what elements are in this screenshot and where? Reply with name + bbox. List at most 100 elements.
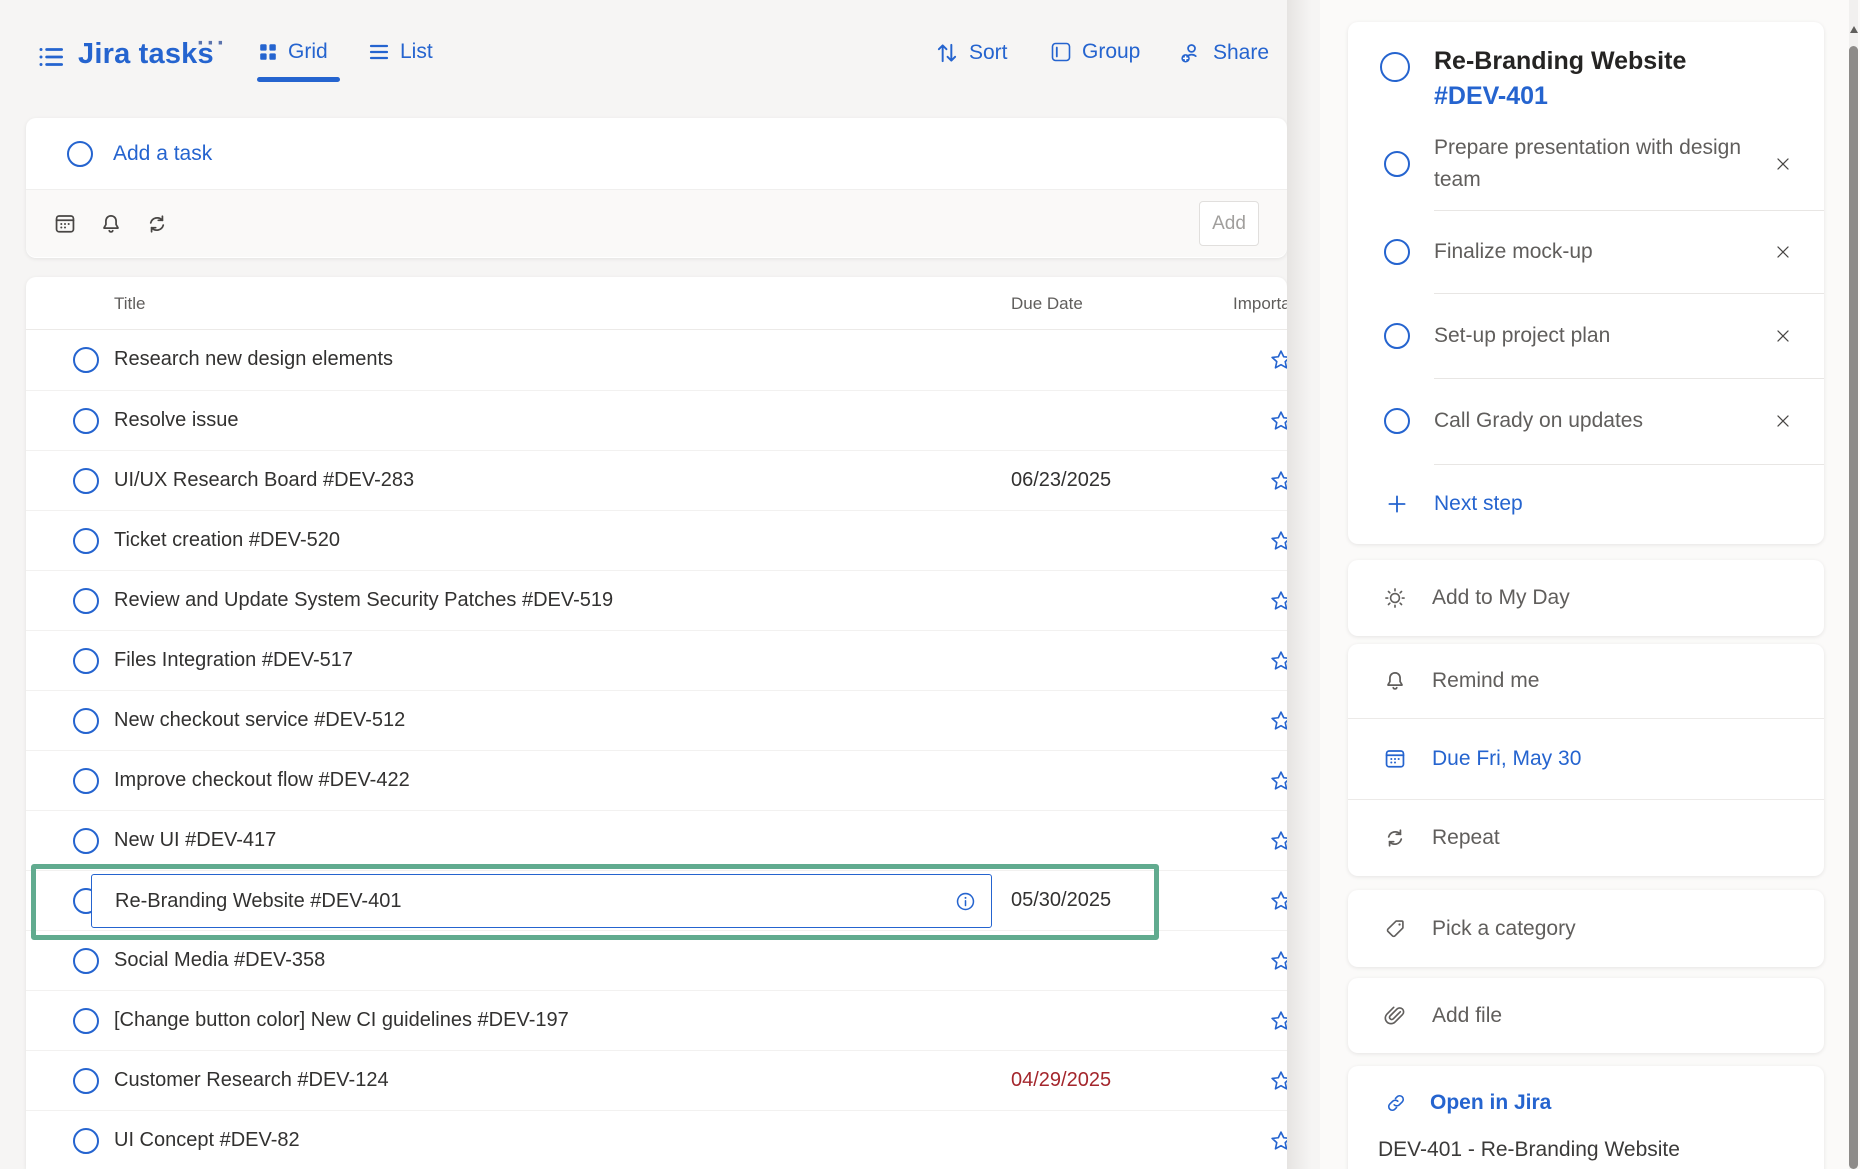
importance-star-icon[interactable] (1268, 1008, 1287, 1034)
complete-circle[interactable] (73, 468, 99, 494)
repeat-button[interactable]: Repeat (1348, 799, 1824, 876)
remind-me-button[interactable]: Remind me (1348, 644, 1824, 718)
importance-star-icon[interactable] (1268, 588, 1287, 614)
importance-star-icon[interactable] (1268, 828, 1287, 854)
due-date-icon[interactable] (52, 211, 78, 237)
complete-circle[interactable] (73, 528, 99, 554)
task-row[interactable]: [Change button color] New CI guidelines … (26, 990, 1287, 1050)
complete-circle[interactable] (73, 948, 99, 974)
column-header-title[interactable]: Title (114, 277, 146, 330)
detail-title-row: Re-Branding Website #DEV-401 (1348, 22, 1824, 118)
close-icon[interactable] (1772, 153, 1794, 175)
subtask-row[interactable]: Finalize mock-up (1348, 210, 1824, 293)
importance-star-icon[interactable] (1770, 50, 1802, 82)
share-label: Share (1213, 41, 1269, 65)
group-button[interactable]: Group (1049, 40, 1140, 64)
task-row-selected[interactable]: Re-Branding Website #DEV-40105/30/2025 (26, 870, 1287, 930)
more-options-button[interactable]: ··· (197, 30, 227, 58)
close-icon[interactable] (1772, 325, 1794, 347)
add-file-button[interactable]: Add file (1348, 978, 1824, 1053)
subtask-row[interactable]: Call Grady on updates (1348, 378, 1824, 464)
next-step-button[interactable]: Next step (1348, 464, 1824, 544)
importance-star-icon[interactable] (1268, 1068, 1287, 1094)
importance-star-icon[interactable] (1268, 768, 1287, 794)
complete-circle[interactable] (73, 708, 99, 734)
column-header-due-date[interactable]: Due Date (1011, 277, 1083, 330)
complete-circle[interactable] (73, 347, 99, 373)
close-icon[interactable] (1772, 410, 1794, 432)
task-title: Social Media #DEV-358 (114, 931, 325, 990)
importance-star-icon[interactable] (1268, 888, 1287, 914)
task-title: UI Concept #DEV-82 (114, 1111, 300, 1169)
group-icon (1049, 40, 1073, 64)
panel-scrollbar[interactable] (1849, 0, 1858, 1169)
pick-category-button[interactable]: Pick a category (1348, 890, 1824, 967)
importance-star-icon[interactable] (1268, 708, 1287, 734)
task-row[interactable]: Review and Update System Security Patche… (26, 570, 1287, 630)
view-tab-list[interactable]: List (367, 40, 433, 64)
add-to-my-day-button[interactable]: Add to My Day (1348, 560, 1824, 636)
column-header-importance[interactable]: Importance (1233, 277, 1287, 330)
task-row[interactable]: Files Integration #DEV-517 (26, 630, 1287, 690)
add-task-row[interactable]: Add a task (26, 118, 1287, 190)
task-row[interactable]: New UI #DEV-417 (26, 810, 1287, 870)
sort-button[interactable]: Sort (934, 40, 1008, 66)
due-date: 06/23/2025 (1011, 451, 1111, 510)
task-table: Title Due Date Importance Research new d… (26, 277, 1287, 1169)
task-title-input[interactable]: Re-Branding Website #DEV-401 (91, 874, 992, 928)
complete-circle[interactable] (73, 408, 99, 434)
task-row[interactable]: Customer Research #DEV-12404/29/2025 (26, 1050, 1287, 1110)
importance-star-icon[interactable] (1268, 347, 1287, 373)
step-complete-circle[interactable] (1384, 151, 1410, 177)
table-header: Title Due Date Importance (26, 277, 1287, 330)
view-tab-grid[interactable]: Grid (257, 40, 328, 64)
importance-star-icon[interactable] (1268, 948, 1287, 974)
complete-circle[interactable] (73, 588, 99, 614)
complete-circle[interactable] (73, 648, 99, 674)
info-icon[interactable] (954, 890, 977, 913)
detail-complete-circle[interactable] (1380, 52, 1410, 82)
task-row[interactable]: Improve checkout flow #DEV-422 (26, 750, 1287, 810)
due-date-button[interactable]: Due Fri, May 30 (1348, 718, 1824, 799)
step-complete-circle[interactable] (1384, 408, 1410, 434)
scrollbar-thumb[interactable] (1849, 46, 1858, 1169)
add-task-toolbar: Add (26, 190, 1287, 257)
complete-circle[interactable] (73, 1068, 99, 1094)
open-in-jira-button[interactable]: Open in Jira (1348, 1078, 1824, 1128)
close-icon[interactable] (1772, 241, 1794, 263)
task-row[interactable]: New checkout service #DEV-512 (26, 690, 1287, 750)
grid-tab-label: Grid (288, 40, 328, 64)
subtask-row[interactable]: Set-up project plan (1348, 293, 1824, 378)
share-button[interactable]: Share (1178, 40, 1269, 66)
task-row[interactable]: Research new design elements (26, 330, 1287, 390)
add-button[interactable]: Add (1199, 201, 1259, 246)
complete-circle[interactable] (73, 1008, 99, 1034)
sort-icon (934, 40, 960, 66)
step-complete-circle[interactable] (1384, 239, 1410, 265)
importance-star-icon[interactable] (1268, 408, 1287, 434)
task-row[interactable]: Resolve issue (26, 390, 1287, 450)
scrollbar-up-arrow-icon[interactable] (1850, 26, 1858, 33)
complete-circle[interactable] (73, 1128, 99, 1154)
task-row[interactable]: UI Concept #DEV-82 (26, 1110, 1287, 1169)
my-day-label: Add to My Day (1432, 586, 1570, 610)
page-title: Jira tasks (78, 38, 214, 71)
task-title: Research new design elements (114, 330, 393, 389)
list-details-icon (36, 42, 66, 72)
jira-card: Open in Jira DEV-401 - Re-Branding Websi… (1348, 1066, 1824, 1169)
sun-icon (1382, 585, 1408, 611)
add-task-label: Add a task (113, 118, 212, 190)
task-row[interactable]: Ticket creation #DEV-520 (26, 510, 1287, 570)
task-row[interactable]: UI/UX Research Board #DEV-28306/23/2025 (26, 450, 1287, 510)
step-complete-circle[interactable] (1384, 323, 1410, 349)
importance-star-icon[interactable] (1268, 528, 1287, 554)
importance-star-icon[interactable] (1268, 648, 1287, 674)
repeat-icon[interactable] (144, 211, 170, 237)
complete-circle[interactable] (73, 768, 99, 794)
subtask-row[interactable]: Prepare presentation with design team (1348, 118, 1824, 210)
complete-circle[interactable] (73, 828, 99, 854)
task-row[interactable]: Social Media #DEV-358 (26, 930, 1287, 990)
reminder-bell-icon[interactable] (98, 211, 124, 237)
importance-star-icon[interactable] (1268, 468, 1287, 494)
importance-star-icon[interactable] (1268, 1128, 1287, 1154)
